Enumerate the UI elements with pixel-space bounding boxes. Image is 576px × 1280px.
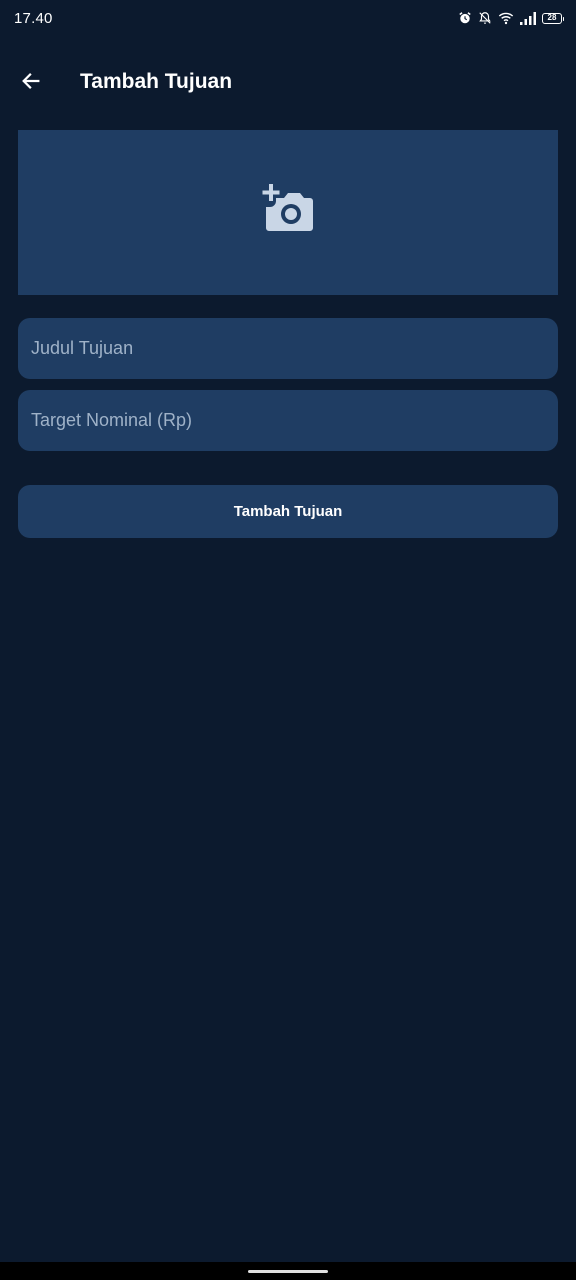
home-indicator[interactable] [248,1270,328,1273]
wifi-icon [498,11,514,25]
image-picker[interactable] [18,130,558,295]
arrow-back-icon [20,70,42,97]
goal-title-field[interactable] [18,318,558,379]
add-photo-icon [260,184,316,241]
battery-icon: 28 [542,12,564,24]
notifications-off-icon [478,11,492,25]
page-title: Tambah Tujuan [80,70,233,93]
navigation-bar [0,1262,576,1280]
target-amount-field[interactable] [18,390,558,451]
screen: 17.40 28 Tambah Tujuan Judul Tujuan Targ… [0,0,576,1280]
target-amount-input[interactable] [31,410,545,431]
signal-icon [520,11,536,25]
status-icons: 28 [458,11,564,25]
back-button[interactable] [16,68,46,98]
goal-title-input[interactable] [31,338,545,359]
alarm-icon [458,11,472,25]
status-bar: 17.40 28 [0,0,576,36]
app-bar: Tambah Tujuan [0,52,576,112]
status-time: 17.40 [14,9,53,27]
add-goal-button[interactable]: Tambah Tujuan [18,485,558,538]
